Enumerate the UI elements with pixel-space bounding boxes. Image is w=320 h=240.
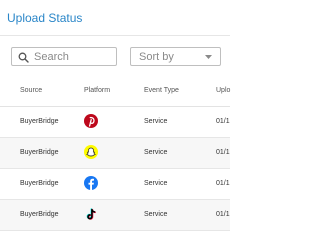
chevron-down-icon xyxy=(205,55,212,59)
cell-source: BuyerBridge xyxy=(20,180,59,187)
cell-upload: 01/1 xyxy=(216,180,230,187)
cell-source: BuyerBridge xyxy=(20,211,59,218)
sort-by-select[interactable]: Sort by xyxy=(130,47,221,66)
search-box[interactable] xyxy=(11,47,117,66)
cell-event-type: Service xyxy=(144,211,168,218)
cell-event-type: Service xyxy=(144,180,168,187)
search-icon xyxy=(18,52,29,63)
cell-upload: 01/1 xyxy=(216,118,230,125)
cell-event-type: Service xyxy=(144,149,168,156)
sort-by-label: Sort by xyxy=(139,51,174,63)
cell-source: BuyerBridge xyxy=(20,118,59,125)
cell-source: BuyerBridge xyxy=(20,149,59,156)
table-row[interactable]: BuyerBridge Service 01/1 xyxy=(0,138,230,169)
facebook-icon xyxy=(84,176,98,190)
column-header-event-type[interactable]: Event Type xyxy=(144,87,179,94)
page-title: Upload Status xyxy=(7,11,83,25)
table-row[interactable]: BuyerBridge Service 01/1 xyxy=(0,107,230,138)
column-header-platform[interactable]: Platform xyxy=(84,87,110,94)
snapchat-icon xyxy=(84,145,98,159)
pinterest-icon xyxy=(84,114,98,128)
table-row[interactable]: BuyerBridge Service 01/1 xyxy=(0,169,230,200)
table-row[interactable]: BuyerBridge Service 01/1 xyxy=(0,200,230,231)
page-header: Upload Status xyxy=(0,0,230,36)
cell-event-type: Service xyxy=(144,118,168,125)
cell-upload: 01/1 xyxy=(216,149,230,156)
column-header-source[interactable]: Source xyxy=(20,87,42,94)
cell-upload: 01/1 xyxy=(216,211,230,218)
column-header-upload[interactable]: Uplo xyxy=(216,87,230,94)
search-input[interactable] xyxy=(34,48,114,65)
tiktok-icon xyxy=(86,208,97,220)
